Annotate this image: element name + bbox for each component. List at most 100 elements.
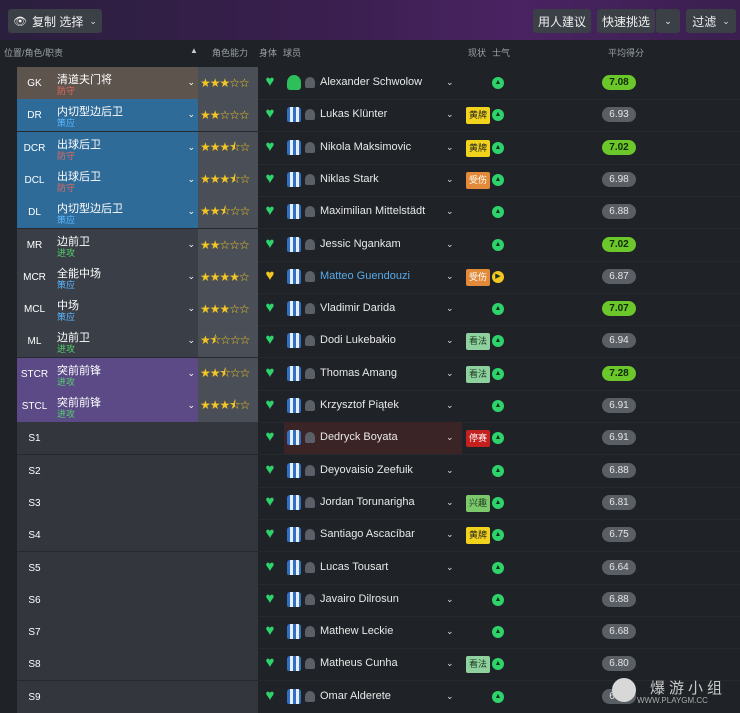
player-cell[interactable]: Jessic Ngankam ⌄ — [284, 229, 462, 261]
chevron-down-icon[interactable]: ⌄ — [446, 142, 454, 153]
morale-icon[interactable]: ▲ — [492, 658, 504, 670]
chevron-down-icon[interactable]: ⌄ — [187, 335, 195, 346]
position-cell[interactable]: S8 — [17, 648, 52, 680]
player-name[interactable]: Maximilian Mittelstädt — [320, 205, 425, 217]
morale-icon[interactable]: ▲ — [492, 368, 504, 380]
player-cell[interactable]: Maximilian Mittelstädt ⌄ — [284, 196, 462, 228]
chevron-down-icon[interactable]: ⌄ — [446, 465, 454, 476]
player-name[interactable]: Deyovaisio Zeefuik — [320, 464, 413, 476]
position-cell[interactable]: GK — [17, 67, 52, 99]
role-cell[interactable]: 出球后卫 防守 ⌄ — [52, 164, 198, 196]
morale-icon[interactable]: ▲ — [492, 239, 504, 251]
chevron-down-icon[interactable]: ⌄ — [446, 691, 454, 702]
player-name[interactable]: Vladimir Darida — [320, 302, 395, 314]
player-name[interactable]: Javairo Dilrosun — [320, 593, 399, 605]
morale-icon[interactable]: ▲ — [492, 465, 504, 477]
sort-asc-icon[interactable]: ▲ — [190, 46, 198, 55]
player-cell[interactable]: Nikola Maksimovic ⌄ — [284, 132, 462, 164]
table-row[interactable]: STCL 突前前锋 进攻 ⌄ ★★★⯪☆ ♥ Krzysztof Piątek … — [0, 390, 740, 422]
morale-icon[interactable]: ▲ — [492, 594, 504, 606]
position-cell[interactable]: S6 — [17, 584, 52, 616]
chevron-down-icon[interactable]: ⌄ — [446, 109, 454, 120]
player-cell[interactable]: Dedryck Boyata ⌄ — [284, 422, 462, 454]
chevron-down-icon[interactable]: ⌄ — [187, 303, 195, 314]
table-row[interactable]: MR 边前卫 进攻 ⌄ ★★☆☆☆ ♥ Jessic Ngankam ⌄ ▲ 7… — [0, 229, 740, 261]
position-cell[interactable]: DL — [17, 196, 52, 228]
chevron-down-icon[interactable]: ⌄ — [187, 271, 195, 282]
position-cell[interactable]: DR — [17, 99, 52, 131]
status-badge[interactable]: 看法 — [466, 333, 491, 350]
player-cell[interactable]: Jordan Torunarigha ⌄ — [284, 487, 462, 519]
position-cell[interactable]: S3 — [17, 487, 52, 519]
table-row[interactable]: S4 ♥ Santiago Ascacíbar ⌄ 黄牌 ▲ 6.75 — [0, 519, 740, 551]
chevron-down-icon[interactable]: ⌄ — [446, 335, 454, 346]
chevron-down-icon[interactable]: ⌄ — [446, 368, 454, 379]
chevron-down-icon[interactable]: ⌄ — [187, 400, 195, 411]
role-cell[interactable]: 突前前锋 进攻 ⌄ — [52, 390, 198, 422]
table-row[interactable]: GK 清道夫门将 防守 ⌄ ★★★☆☆ ♥ Alexander Schwolow… — [0, 67, 740, 99]
player-name[interactable]: Matteo Guendouzi — [320, 270, 410, 282]
chevron-down-icon[interactable]: ⌄ — [446, 77, 454, 88]
morale-icon[interactable]: ▲ — [492, 400, 504, 412]
player-cell[interactable]: Vladimir Darida ⌄ — [284, 293, 462, 325]
status-badge[interactable]: 停赛 — [466, 430, 491, 447]
chevron-down-icon[interactable]: ⌄ — [446, 400, 454, 411]
status-badge[interactable]: 受伤 — [466, 269, 491, 286]
player-cell[interactable]: Alexander Schwolow ⌄ — [284, 67, 462, 99]
table-row[interactable]: S2 ♥ Deyovaisio Zeefuik ⌄ ▲ 6.88 — [0, 455, 740, 487]
chevron-down-icon[interactable]: ⌄ — [446, 303, 454, 314]
player-name[interactable]: Dodi Lukebakio — [320, 334, 396, 346]
player-name[interactable]: Omar Alderete — [320, 690, 391, 702]
table-row[interactable]: S6 ♥ Javairo Dilrosun ⌄ ▲ 6.88 — [0, 584, 740, 616]
table-row[interactable]: DCR 出球后卫 防守 ⌄ ★★★⯪☆ ♥ Nikola Maksimovic … — [0, 132, 740, 164]
position-cell[interactable]: ML — [17, 325, 52, 357]
role-cell[interactable]: 内切型边后卫 策应 ⌄ — [52, 99, 198, 131]
morale-icon[interactable]: ▲ — [492, 77, 504, 89]
chevron-down-icon[interactable]: ⌄ — [446, 271, 454, 282]
player-cell[interactable]: Omar Alderete ⌄ — [284, 681, 462, 713]
morale-icon[interactable]: ▲ — [492, 497, 504, 509]
morale-icon[interactable]: ▲ — [492, 626, 504, 638]
position-cell[interactable]: MCL — [17, 293, 52, 325]
role-cell[interactable]: 边前卫 进攻 ⌄ — [52, 229, 198, 261]
player-cell[interactable]: Krzysztof Piątek ⌄ — [284, 390, 462, 422]
chevron-down-icon[interactable]: ⌄ — [187, 368, 195, 379]
role-cell[interactable]: 突前前锋 进攻 ⌄ — [52, 358, 198, 390]
table-row[interactable]: DR 内切型边后卫 策应 ⌄ ★★☆☆☆ ♥ Lukas Klünter ⌄ 黄… — [0, 99, 740, 131]
player-name[interactable]: Jessic Ngankam — [320, 238, 401, 250]
player-name[interactable]: Nikola Maksimovic — [320, 141, 411, 153]
chevron-down-icon[interactable]: ⌄ — [446, 562, 454, 573]
quick-pick-button[interactable]: 快速挑选 — [597, 9, 655, 33]
player-name[interactable]: Lukas Klünter — [320, 108, 387, 120]
player-name[interactable]: Santiago Ascacíbar — [320, 528, 415, 540]
player-cell[interactable]: Matteo Guendouzi ⌄ — [284, 261, 462, 293]
position-cell[interactable]: DCL — [17, 164, 52, 196]
chevron-down-icon[interactable]: ⌄ — [446, 529, 454, 540]
quick-pick-dropdown[interactable]: ⌄ — [656, 9, 680, 33]
player-name[interactable]: Niklas Stark — [320, 173, 379, 185]
position-cell[interactable]: S4 — [17, 519, 52, 551]
chevron-down-icon[interactable]: ⌄ — [187, 174, 195, 185]
table-row[interactable]: S7 ♥ Mathew Leckie ⌄ ▲ 6.68 — [0, 616, 740, 648]
role-cell[interactable]: 全能中场 策应 ⌄ — [52, 261, 198, 293]
chevron-down-icon[interactable]: ⌄ — [446, 497, 454, 508]
table-row[interactable]: DL 内切型边后卫 策应 ⌄ ★★⯪☆☆ ♥ Maximilian Mittel… — [0, 196, 740, 228]
player-name[interactable]: Matheus Cunha — [320, 657, 398, 669]
morale-icon[interactable]: ▲ — [492, 529, 504, 541]
position-cell[interactable]: DCR — [17, 132, 52, 164]
player-cell[interactable]: Niklas Stark ⌄ — [284, 164, 462, 196]
player-name[interactable]: Thomas Amang — [320, 367, 397, 379]
morale-icon[interactable]: ▶ — [492, 271, 504, 283]
position-cell[interactable]: S5 — [17, 552, 52, 584]
position-cell[interactable]: S1 — [17, 422, 52, 454]
status-badge[interactable]: 看法 — [466, 366, 491, 383]
position-cell[interactable]: S9 — [17, 681, 52, 713]
position-cell[interactable]: MCR — [17, 261, 52, 293]
player-cell[interactable]: Mathew Leckie ⌄ — [284, 616, 462, 648]
player-cell[interactable]: Dodi Lukebakio ⌄ — [284, 325, 462, 357]
filter-button[interactable]: 过滤 ⌄ — [686, 9, 736, 33]
chevron-down-icon[interactable]: ⌄ — [446, 658, 454, 669]
table-row[interactable]: MCL 中场 策应 ⌄ ★★★☆☆ ♥ Vladimir Darida ⌄ ▲ … — [0, 293, 740, 325]
chevron-down-icon[interactable]: ⌄ — [446, 432, 454, 443]
position-cell[interactable]: STCR — [17, 358, 52, 390]
